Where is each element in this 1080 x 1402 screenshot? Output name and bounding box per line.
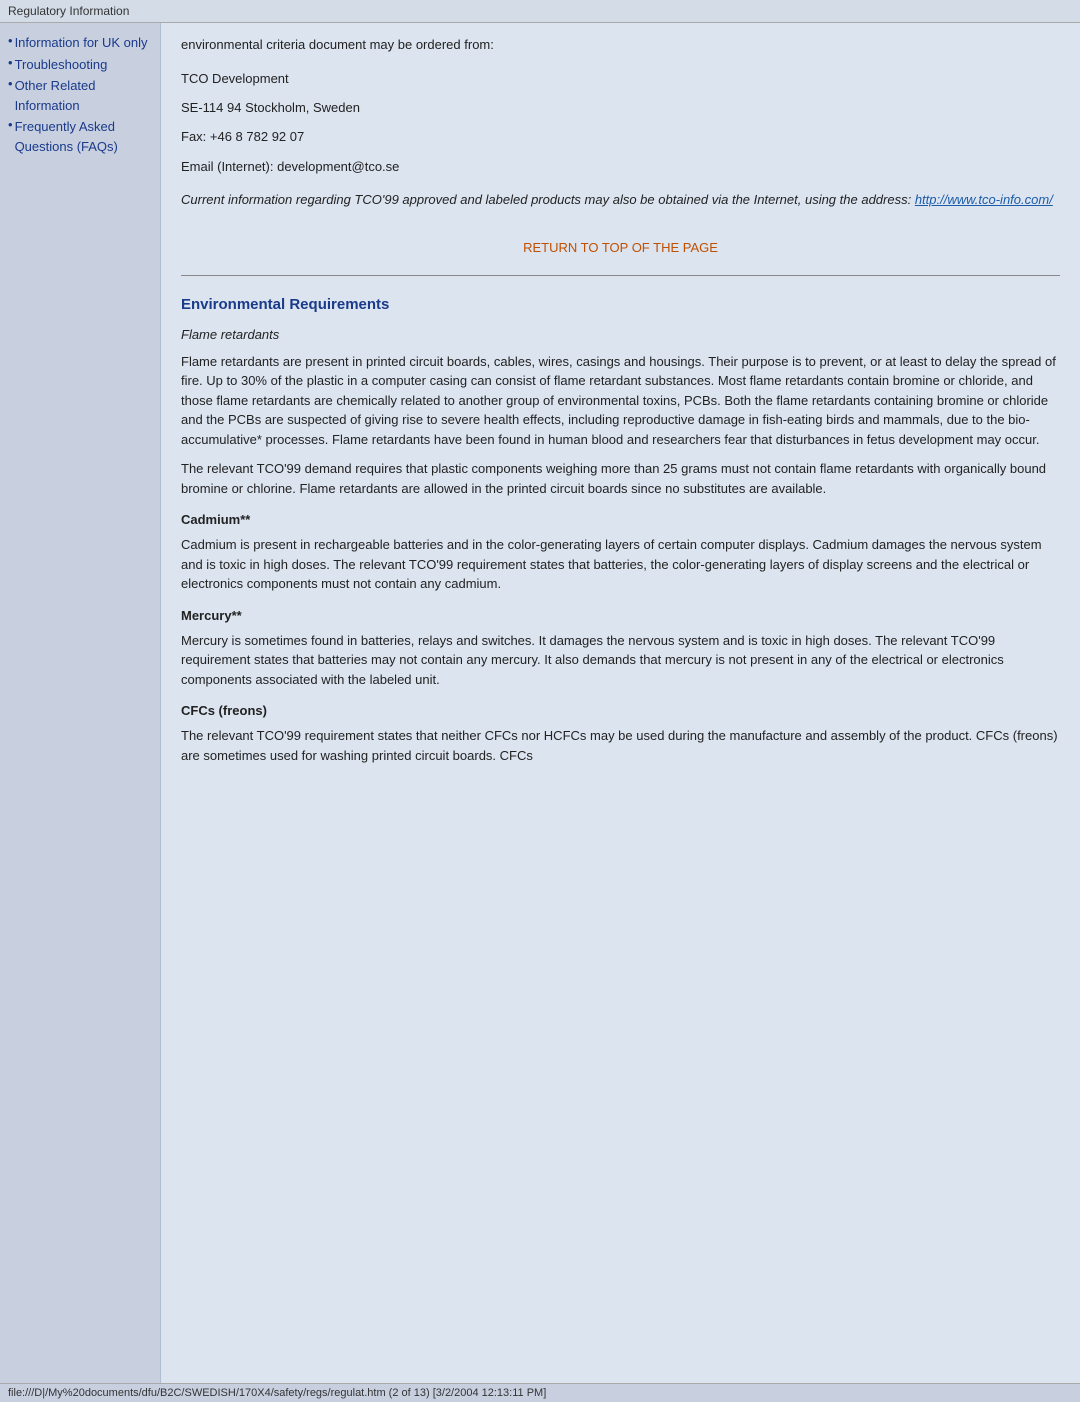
section-divider (181, 275, 1060, 276)
tco-address: SE-114 94 Stockholm, Sweden (181, 96, 1060, 119)
title-bar: Regulatory Information (0, 0, 1080, 23)
cadmium-title: Cadmium** (181, 512, 1060, 527)
mercury-text: Mercury is sometimes found in batteries,… (181, 631, 1060, 690)
status-bar-text: file:///D|/My%20documents/dfu/B2C/SWEDIS… (8, 1387, 546, 1399)
tco-fax: Fax: +46 8 782 92 07 (181, 125, 1060, 148)
flame-retardants-title: Flame retardants (181, 327, 1060, 342)
sidebar-item-faqs[interactable]: • Frequently Asked Questions (FAQs) (8, 117, 152, 158)
sidebar-link-faqs[interactable]: Frequently Asked Questions (FAQs) (15, 117, 152, 156)
tco-address-block: TCO Development SE-114 94 Stockholm, Swe… (181, 67, 1060, 179)
mercury-title: Mercury** (181, 608, 1060, 623)
env-req-title: Environmental Requirements (181, 296, 1060, 313)
flame-retardants-p2: The relevant TCO'99 demand requires that… (181, 459, 1060, 498)
env-requirements-section: Environmental Requirements Flame retarda… (181, 296, 1060, 766)
return-to-top-section: RETURN TO TOP OF THE PAGE (181, 240, 1060, 255)
flame-retardants-p1: Flame retardants are present in printed … (181, 352, 1060, 450)
cadmium-text: Cadmium is present in rechargeable batte… (181, 535, 1060, 594)
content-area: environmental criteria document may be o… (160, 23, 1080, 1383)
sidebar-item-other-related[interactable]: • Other Related Information (8, 76, 152, 117)
bullet-icon: • (8, 117, 13, 132)
italic-note-text: Current information regarding TCO'99 app… (181, 192, 915, 207)
status-bar: file:///D|/My%20documents/dfu/B2C/SWEDIS… (0, 1383, 1080, 1402)
main-container: • Information for UK only • Troubleshoot… (0, 23, 1080, 1383)
tco-email: Email (Internet): development@tco.se (181, 155, 1060, 178)
sidebar-link-troubleshooting[interactable]: Troubleshooting (15, 55, 108, 75)
sidebar-link-other-related[interactable]: Other Related Information (15, 76, 152, 115)
return-to-top-link[interactable]: RETURN TO TOP OF THE PAGE (523, 240, 718, 255)
intro-text: environmental criteria document may be o… (181, 35, 1060, 55)
sidebar-link-uk[interactable]: Information for UK only (15, 33, 148, 53)
bullet-icon: • (8, 33, 13, 48)
sidebar-item-uk[interactable]: • Information for UK only (8, 33, 152, 55)
cfcs-title: CFCs (freons) (181, 703, 1060, 718)
tco-url-link[interactable]: http://www.tco-info.com/ (915, 192, 1053, 207)
bullet-icon: • (8, 55, 13, 70)
title-bar-text: Regulatory Information (8, 4, 129, 18)
italic-note: Current information regarding TCO'99 app… (181, 190, 1060, 210)
sidebar: • Information for UK only • Troubleshoot… (0, 23, 160, 1383)
tco-name: TCO Development (181, 67, 1060, 90)
cfcs-text: The relevant TCO'99 requirement states t… (181, 726, 1060, 765)
sidebar-item-troubleshooting[interactable]: • Troubleshooting (8, 55, 152, 77)
bullet-icon: • (8, 76, 13, 91)
